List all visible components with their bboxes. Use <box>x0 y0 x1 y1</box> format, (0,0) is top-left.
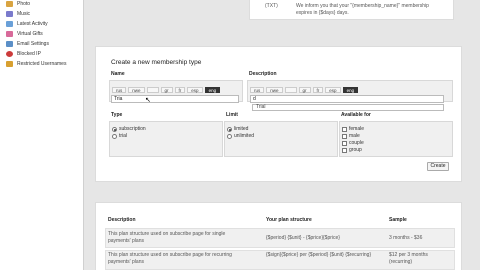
lang-tab-nwe[interactable]: nwe <box>266 87 283 93</box>
lang-tab-blank[interactable] <box>284 87 297 93</box>
available-option-group[interactable]: group <box>342 147 362 153</box>
option-label: limited <box>234 126 249 132</box>
lang-tab-esp[interactable]: esp <box>325 87 341 93</box>
name-label: Name <box>111 71 125 77</box>
option-label: couple <box>349 140 364 146</box>
mouse-cursor-icon: ↖ <box>145 97 151 104</box>
lang-tab-esp[interactable]: esp <box>187 87 203 93</box>
available-option-male[interactable]: male <box>342 133 360 139</box>
activity-icon <box>6 21 13 27</box>
lang-tab-rus[interactable]: rus <box>112 87 127 93</box>
sidebar-item-label: Virtual Gifts <box>17 31 43 37</box>
lang-tab-rus[interactable]: rus <box>250 87 265 93</box>
checkbox-icon[interactable] <box>342 147 347 153</box>
create-button[interactable]: Create <box>427 162 449 171</box>
sidebar-item-blocked-ip[interactable]: Blocked IP <box>6 50 41 58</box>
row-structure[interactable]: {$sign}{$price} per {$period} {$unit} {$… <box>266 252 381 259</box>
sidebar-item-label: Restricted Usernames <box>17 61 67 67</box>
checkbox-icon[interactable] <box>342 140 347 146</box>
sidebar-item-latest-activity[interactable]: Latest Activity <box>6 20 48 28</box>
type-label: Type <box>111 112 123 118</box>
sidebar-item-restricted-usernames[interactable]: Restricted Usernames <box>6 60 66 68</box>
sidebar-item-label: Music <box>17 11 31 17</box>
radio-selected-icon[interactable] <box>227 126 232 132</box>
sidebar-item-label: Latest Activity <box>17 21 48 27</box>
option-label: male <box>349 133 360 139</box>
lang-tab-gr[interactable]: gr <box>298 87 311 93</box>
lang-tab-fr[interactable]: fr <box>312 87 324 93</box>
name-language-tabs: rus nwe gr fr esp eng <box>112 87 221 93</box>
panel-heading: Create a new membership type <box>111 59 202 66</box>
gift-icon <box>6 31 13 37</box>
template-code: (TXT) <box>265 3 278 9</box>
description-input[interactable]: d <box>250 95 444 103</box>
available-label: Available for <box>341 112 371 118</box>
lang-tab-fr[interactable]: fr <box>174 87 186 93</box>
music-icon <box>6 11 13 17</box>
limit-option-limited[interactable]: limited <box>227 126 248 132</box>
row-description: This plan structure used on subscribe pa… <box>108 231 226 244</box>
template-text: We inform you that your "{membership_nam… <box>296 3 429 16</box>
row-sample: 3 months - $36 <box>389 235 423 241</box>
sidebar-item-label: Email Settings <box>17 41 49 47</box>
option-label: group <box>349 147 362 153</box>
description-label: Description <box>249 71 277 77</box>
sidebar: Photo Music Latest Activity Virtual Gift… <box>0 0 84 270</box>
lang-tab-eng[interactable]: eng <box>342 87 359 93</box>
radio-icon[interactable] <box>112 133 117 139</box>
available-option-couple[interactable]: couple <box>342 140 364 146</box>
limit-option-unlimited[interactable]: unlimited <box>227 133 254 139</box>
sidebar-item-virtual-gifts[interactable]: Virtual Gifts <box>6 30 43 38</box>
row-description: This plan structure used on subscribe pa… <box>108 252 232 265</box>
name-input[interactable]: Tria <box>111 95 239 103</box>
sidebar-item-label: Photo <box>17 1 31 7</box>
sidebar-item-music[interactable]: Music <box>6 10 30 18</box>
photo-icon <box>6 1 13 7</box>
sidebar-item-email-settings[interactable]: Email Settings <box>6 40 49 48</box>
option-label: trial <box>119 133 128 139</box>
type-option-trial[interactable]: trial <box>112 133 127 139</box>
column-header-sample: Sample <box>389 217 407 223</box>
sidebar-item-label: Blocked IP <box>17 51 41 57</box>
lang-tab-eng[interactable]: eng <box>204 87 221 93</box>
radio-selected-icon[interactable] <box>112 126 117 132</box>
column-header-description: Description <box>108 217 136 223</box>
email-icon <box>6 41 13 47</box>
column-header-structure: Your plan structure <box>266 217 312 223</box>
row-structure[interactable]: {$period} {$unit} - {$price}{$price} <box>266 235 381 242</box>
option-label: subscription <box>119 126 146 132</box>
lang-tab-nwe[interactable]: nwe <box>128 87 145 93</box>
checkbox-icon[interactable] <box>342 133 347 139</box>
row-sample: $12 per 3 months (recurring) <box>389 252 428 265</box>
create-membership-panel <box>95 46 462 182</box>
lang-tab-blank[interactable] <box>146 87 159 93</box>
option-label: female <box>349 126 365 132</box>
available-option-female[interactable]: female <box>342 126 364 132</box>
description-language-tabs: rus nwe gr fr esp eng <box>250 87 359 93</box>
description-autocomplete[interactable]: Trial <box>252 104 444 111</box>
type-option-subscription[interactable]: subscription <box>112 126 146 132</box>
option-label: unlimited <box>234 133 255 139</box>
blocked-icon <box>6 51 13 57</box>
sidebar-item-photo[interactable]: Photo <box>6 0 30 8</box>
lang-tab-gr[interactable]: gr <box>160 87 173 93</box>
limit-label: Limit <box>226 112 238 118</box>
restricted-icon <box>6 61 13 67</box>
checkbox-icon[interactable] <box>342 126 347 132</box>
radio-icon[interactable] <box>227 133 232 139</box>
